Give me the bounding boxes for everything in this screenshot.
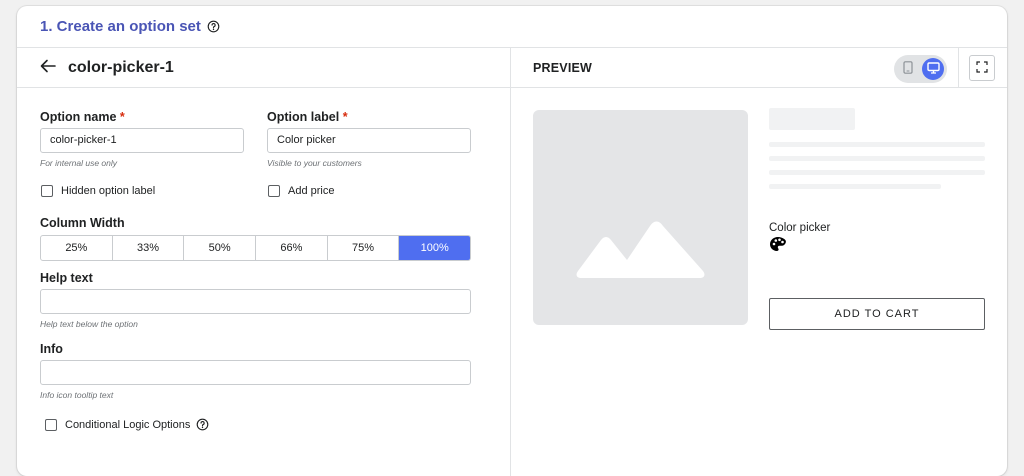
page-title: 1. Create an option set — [40, 18, 201, 35]
editor-header: color-picker-1 — [17, 48, 510, 88]
preview-header: PREVIEW — [511, 48, 1007, 88]
option-label-label-text: Option label — [267, 110, 340, 124]
column-width-option[interactable]: 25% — [41, 236, 112, 260]
text-skeleton — [769, 156, 985, 161]
option-set-name: color-picker-1 — [68, 58, 174, 76]
conditional-logic-checkbox[interactable]: Conditional Logic Options — [45, 418, 209, 431]
preview-title: PREVIEW — [533, 60, 593, 75]
column-width-option[interactable]: 50% — [183, 236, 255, 260]
title-skeleton — [769, 108, 855, 130]
text-skeleton — [769, 142, 985, 147]
expand-icon — [976, 60, 988, 76]
mobile-icon — [903, 61, 913, 77]
info-hint: Info icon tooltip text — [40, 390, 114, 400]
help-circle-icon[interactable] — [196, 418, 209, 431]
checkbox-box[interactable] — [41, 185, 53, 197]
info-label: Info — [40, 342, 63, 356]
checkbox-box[interactable] — [268, 185, 280, 197]
image-placeholder-icon — [575, 220, 706, 281]
preview-option-label: Color picker — [769, 222, 831, 234]
text-skeleton — [769, 170, 985, 175]
help-text-input[interactable] — [40, 289, 471, 314]
desktop-icon — [926, 61, 940, 77]
help-circle-icon[interactable] — [207, 20, 220, 33]
required-mark: * — [119, 110, 125, 124]
back-button[interactable] — [38, 58, 58, 78]
column-width-option[interactable]: 75% — [326, 236, 399, 260]
column-width-option-selected[interactable]: 100% — [398, 236, 470, 260]
option-name-label: Option name * — [40, 110, 125, 124]
required-mark: * — [342, 110, 348, 124]
column-width-label: Column Width — [40, 216, 125, 230]
conditional-logic-text: Conditional Logic Options — [65, 418, 191, 431]
column-width-selector: 25% 33% 50% 66% 75% 100% — [40, 235, 471, 261]
hidden-option-label-checkbox[interactable]: Hidden option label — [41, 185, 155, 197]
header-divider — [958, 48, 959, 88]
editor-pane: color-picker-1 Option name * color-picke… — [17, 48, 511, 476]
option-name-label-text: Option name — [40, 110, 117, 124]
preview-content: Color picker ADD TO CART — [511, 88, 1007, 476]
option-label-hint: Visible to your customers — [267, 158, 362, 168]
palette-icon[interactable] — [769, 236, 787, 252]
info-input[interactable] — [40, 360, 471, 385]
device-toggle — [894, 55, 947, 83]
column-width-option[interactable]: 66% — [255, 236, 327, 260]
arrow-left-icon — [40, 59, 56, 76]
add-to-cart-button[interactable]: ADD TO CART — [769, 298, 985, 330]
fullscreen-button[interactable] — [969, 55, 995, 81]
option-name-hint: For internal use only — [40, 158, 118, 168]
text-skeleton — [769, 184, 941, 189]
option-set-card: 1. Create an option set color-picker-1 O… — [17, 6, 1007, 476]
help-text-hint: Help text below the option — [40, 319, 138, 329]
preview-pane: PREVIEW Color picker ADD TO CART — [511, 48, 1007, 476]
product-image-placeholder — [533, 110, 748, 325]
option-label-label: Option label * — [267, 110, 348, 124]
add-price-checkbox[interactable]: Add price — [268, 185, 334, 197]
checkbox-box[interactable] — [45, 418, 57, 431]
desktop-view-button[interactable] — [922, 58, 944, 80]
option-name-input[interactable]: color-picker-1 — [40, 128, 244, 153]
option-label-input[interactable]: Color picker — [267, 128, 471, 153]
add-price-text: Add price — [288, 185, 335, 197]
column-width-option[interactable]: 33% — [111, 236, 184, 260]
help-text-label: Help text — [40, 271, 93, 285]
card-header: 1. Create an option set — [17, 6, 1007, 48]
mobile-view-button[interactable] — [897, 58, 919, 80]
hidden-option-label-text: Hidden option label — [61, 185, 156, 197]
